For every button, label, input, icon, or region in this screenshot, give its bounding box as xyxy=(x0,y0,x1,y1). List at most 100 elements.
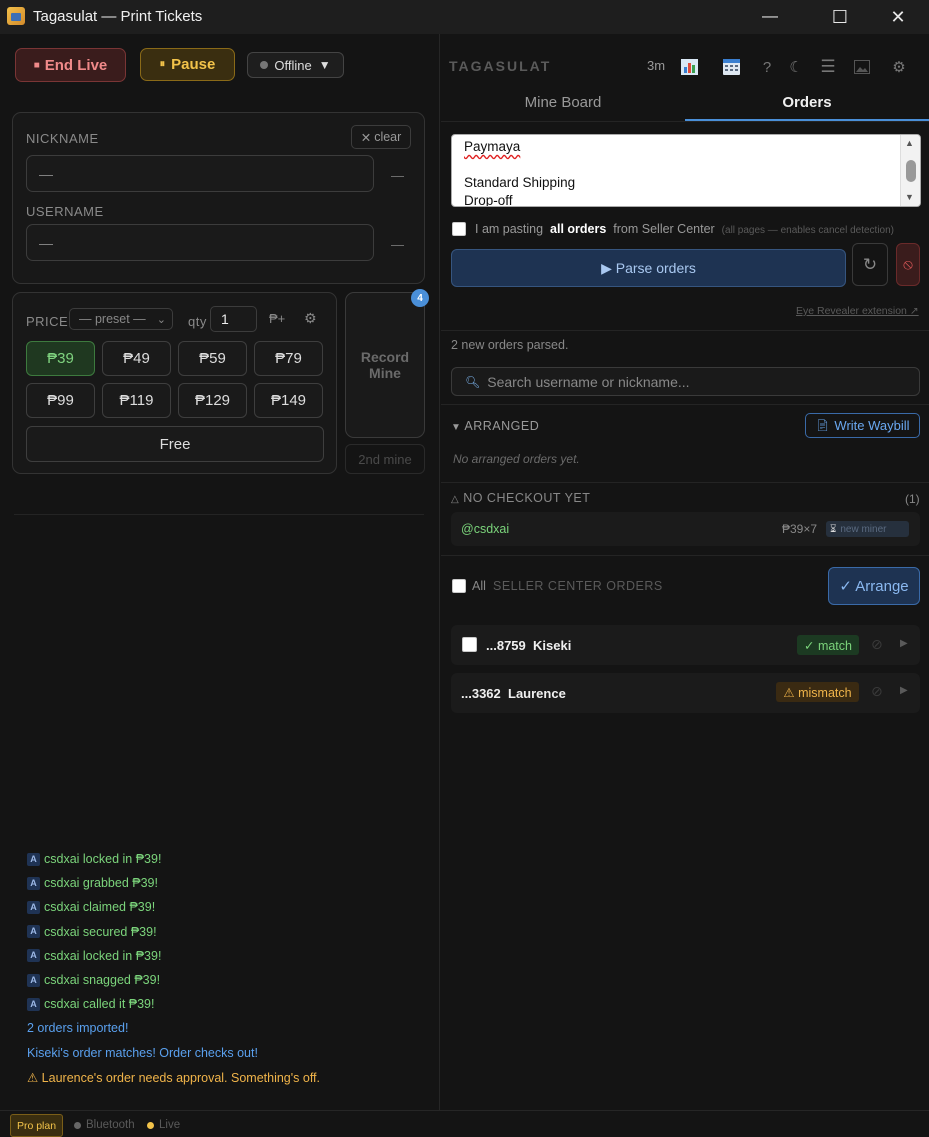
auto-badge-icon: A xyxy=(27,876,40,890)
log-entry: Acsdxai grabbed ₱39! xyxy=(27,876,158,890)
identity-panel: NICKNAME ✕ clear — — USERNAME — — xyxy=(12,112,425,284)
arranged-header[interactable]: ▼ ARRANGED xyxy=(451,419,539,433)
tab-orders[interactable]: Orders xyxy=(685,84,929,120)
no-checkout-amount: ₱39×7 xyxy=(782,522,818,536)
document-icon: 📄︎ xyxy=(815,420,830,432)
right-panel: TAGASULAT 3m ? ☾ ☰ ⚙ Mine Board Orders P… xyxy=(441,34,929,1110)
scroll-down-icon[interactable]: ▼ xyxy=(905,192,914,202)
help-icon[interactable]: ? xyxy=(756,56,778,78)
seller-center-title: SELLER CENTER ORDERS xyxy=(493,579,663,593)
connection-dropdown[interactable]: Offline ▼ xyxy=(247,52,344,78)
write-waybill-button[interactable]: 📄︎ Write Waybill xyxy=(805,413,920,438)
live-status: Live xyxy=(147,1119,180,1131)
scroll-thumb[interactable] xyxy=(906,160,916,182)
textarea-scrollbar[interactable]: ▲ ▼ xyxy=(900,135,920,206)
log-text: 2 orders imported! xyxy=(27,1021,129,1036)
menu-icon[interactable]: ☰ xyxy=(817,56,839,78)
price-button-59[interactable]: ₱59 xyxy=(178,341,247,376)
clear-button[interactable]: ✕ clear xyxy=(351,125,411,149)
record-mine-button[interactable]: Record Mine xyxy=(345,292,425,438)
log-entry: Acsdxai secured ₱39! xyxy=(27,925,157,939)
refresh-icon[interactable]: ↻ xyxy=(852,243,888,286)
parse-orders-button[interactable]: ▶ Parse orders xyxy=(451,249,846,287)
log-text: csdxai grabbed ₱39! xyxy=(44,876,158,891)
log-text: ⚠ Laurence's order needs approval. Somet… xyxy=(27,1070,321,1085)
timer-label: 3m xyxy=(647,58,666,73)
preset-select[interactable]: — preset — ⌄ xyxy=(69,308,173,330)
price-button-129[interactable]: ₱129 xyxy=(178,383,247,418)
eye-revealer-link[interactable]: Eye Revealer extension ↗ xyxy=(796,305,919,317)
no-checkout-count: (1) xyxy=(905,492,920,506)
warning-icon: △ xyxy=(451,494,460,505)
orders-paste-textarea[interactable]: Paymaya Standard Shipping Drop-off ▲ ▼ xyxy=(451,134,921,207)
select-all-checkbox[interactable] xyxy=(452,579,466,593)
app-icon xyxy=(7,7,25,25)
cancel-order-icon[interactable]: ⊘ xyxy=(871,636,883,653)
username-label: USERNAME xyxy=(26,204,104,219)
chevron-down-icon: ⌄ xyxy=(156,313,166,326)
search-input[interactable]: 🔍︎ Search username or nickname... xyxy=(451,367,920,396)
expand-icon[interactable]: ▶ xyxy=(900,685,908,696)
mismatch-badge: ⚠ mismatch xyxy=(776,682,859,702)
arranged-empty-text: No arranged orders yet. xyxy=(453,452,580,466)
select-all-label: All xyxy=(472,579,486,593)
minimize-button[interactable]: — xyxy=(747,0,793,34)
no-checkout-header[interactable]: △ NO CHECKOUT YET xyxy=(451,491,590,505)
tab-mine-board[interactable]: Mine Board xyxy=(441,84,685,120)
close-icon: ✕ xyxy=(360,130,372,145)
qty-label: qty xyxy=(188,314,207,329)
no-checkout-user: @csdxai xyxy=(461,522,510,536)
price-button-149[interactable]: ₱149 xyxy=(254,383,323,418)
arrange-button[interactable]: ✓ Arrange xyxy=(828,567,920,605)
second-mine-button[interactable]: 2nd mine xyxy=(345,444,425,474)
free-button[interactable]: Free xyxy=(26,426,324,462)
custom-price-button[interactable]: ₱+ xyxy=(269,311,285,326)
close-button[interactable]: ✕ xyxy=(875,0,921,34)
log-text: csdxai locked in ₱39! xyxy=(44,852,162,866)
log-text: csdxai secured ₱39! xyxy=(44,924,157,939)
pro-plan-badge[interactable]: Pro plan xyxy=(10,1114,63,1137)
expand-icon[interactable]: ▶ xyxy=(900,638,908,649)
log-text: Kiseki's order matches! Order checks out… xyxy=(27,1045,258,1060)
all-orders-checkbox[interactable] xyxy=(452,222,466,236)
log-text: csdxai locked in ₱39! xyxy=(44,948,162,963)
image-icon[interactable] xyxy=(851,56,873,78)
price-button-79[interactable]: ₱79 xyxy=(254,341,323,376)
order-checkbox[interactable] xyxy=(462,637,477,652)
chart-icon[interactable] xyxy=(678,56,700,78)
calendar-icon[interactable] xyxy=(720,56,742,78)
divider xyxy=(441,555,929,556)
bluetooth-status: Bluetooth xyxy=(74,1119,135,1131)
price-button-119[interactable]: ₱119 xyxy=(102,383,171,418)
pause-button[interactable]: ⏸ Pause xyxy=(140,48,235,81)
end-live-button[interactable]: ■ End Live xyxy=(15,48,126,82)
divider xyxy=(441,121,929,122)
order-row[interactable]: ...8759 Kiseki ✓ match ⊘ ▶ xyxy=(451,625,920,665)
status-dot-icon xyxy=(74,1121,81,1129)
auto-badge-icon: A xyxy=(27,852,40,866)
order-row[interactable]: ...3362 Laurence ⚠ mismatch ⊘ ▶ xyxy=(451,673,920,713)
search-icon: 🔍︎ xyxy=(465,374,481,389)
scroll-up-icon[interactable]: ▲ xyxy=(905,138,914,148)
no-checkout-row[interactable]: @csdxai ₱39×7 ⏳︎ new miner xyxy=(451,512,920,546)
left-panel: ■ End Live ⏸ Pause Offline ▼ NICKNAME ✕ clea… xyxy=(0,34,440,1110)
maximize-button[interactable]: ☐ xyxy=(817,0,863,34)
qty-input[interactable]: 1 xyxy=(210,306,257,332)
settings-gear-icon[interactable]: ⚙ xyxy=(888,56,910,78)
brand-label: TAGASULAT xyxy=(449,58,552,74)
order-id: ...8759 Kiseki xyxy=(486,638,572,653)
cancel-order-icon[interactable]: ⊘ xyxy=(871,683,883,700)
paste-line: Standard Shipping xyxy=(464,175,576,190)
price-button-49[interactable]: ₱49 xyxy=(102,341,171,376)
nickname-input[interactable]: — xyxy=(26,155,374,192)
price-button-99[interactable]: ₱99 xyxy=(26,383,95,418)
moon-icon[interactable]: ☾ xyxy=(785,56,807,78)
order-id: ...3362 Laurence xyxy=(461,686,566,701)
divider xyxy=(441,330,929,331)
log-entry: 2 orders imported! xyxy=(27,1021,128,1035)
price-button-39[interactable]: ₱39 xyxy=(26,341,95,376)
paste-line: Paymaya xyxy=(464,139,521,154)
username-input[interactable]: — xyxy=(26,224,374,261)
cancel-icon[interactable]: ⦸ xyxy=(896,243,920,286)
gear-icon[interactable]: ⚙ xyxy=(304,310,317,327)
